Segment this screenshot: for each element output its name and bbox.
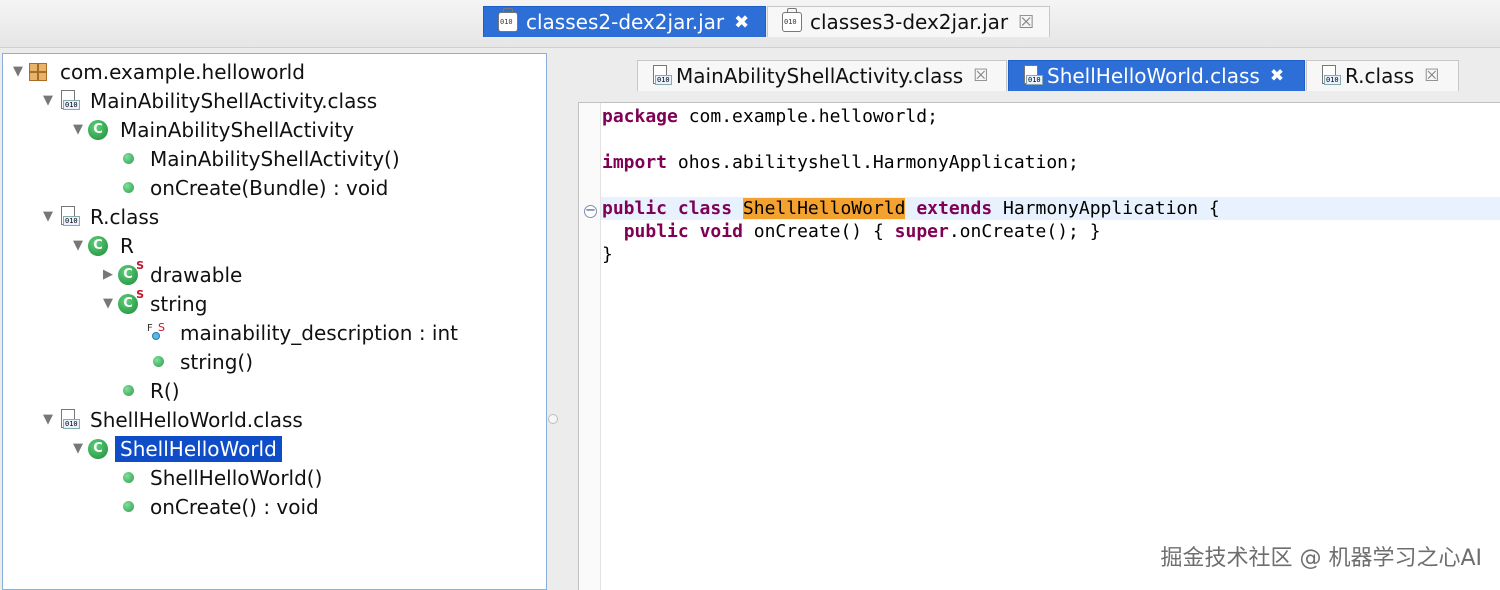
static-final-field-icon: FS — [147, 321, 169, 343]
class-file-icon: 010 — [650, 65, 672, 87]
tab-r-class[interactable]: 010 R.class ☒ — [1306, 60, 1459, 91]
tree-item-class-file[interactable]: ▼ 010 MainAbilityShellActivity.class — [41, 86, 382, 115]
close-icon[interactable]: ✖ — [1270, 66, 1284, 86]
tree-item-label: mainability_description : int — [180, 320, 458, 345]
class-icon: C — [88, 235, 108, 256]
public-method-icon — [122, 182, 134, 193]
expand-triangle-icon[interactable]: ▼ — [41, 209, 55, 224]
tree-item-inner-class[interactable]: ▼ CS string — [101, 288, 212, 318]
tree-item-label: R.class — [90, 204, 160, 229]
tree-item-class-file[interactable]: ▼ 010 R.class — [41, 202, 164, 231]
collapse-triangle-icon[interactable]: ▶ — [101, 267, 115, 282]
source-code[interactable]: package com.example.helloworld; import o… — [601, 105, 1500, 266]
tab-classes2-dex2jar[interactable]: classes2-dex2jar.jar ✖ — [483, 6, 766, 37]
code-line: package com.example.helloworld; — [602, 106, 938, 127]
tab-main-ability-shell-activity[interactable]: 010 MainAbilityShellActivity.class ☒ — [637, 60, 1007, 91]
tab-label: ShellHelloWorld.class — [1047, 64, 1260, 88]
tree-item-label: MainAbilityShellActivity.class — [90, 88, 378, 113]
class-file-icon: 010 — [1319, 65, 1341, 87]
tab-label: MainAbilityShellActivity.class — [676, 64, 964, 88]
tree-item-method[interactable]: R() — [115, 376, 185, 405]
code-line: public void onCreate() { super.onCreate(… — [623, 221, 1101, 242]
tree-item-class-selected[interactable]: ▼ C ShellHelloWorld — [71, 434, 282, 463]
tree-item-label: ShellHelloWorld — [115, 435, 282, 462]
tree-item-label: onCreate(Bundle) : void — [150, 175, 389, 200]
jar-tab-bar: classes2-dex2jar.jar ✖ classes3-dex2jar.… — [0, 0, 1500, 48]
tree-item-method[interactable]: ShellHelloWorld() — [115, 463, 327, 492]
tab-classes3-dex2jar[interactable]: classes3-dex2jar.jar ☒ — [767, 6, 1050, 37]
tree-item-label: ShellHelloWorld() — [150, 465, 323, 490]
class-file-icon: 010 — [1021, 65, 1043, 87]
splitter-handle[interactable] — [548, 414, 558, 424]
tree-item-label: drawable — [150, 262, 243, 287]
close-icon[interactable]: ☒ — [973, 66, 988, 86]
tree-item-method[interactable]: string() — [145, 347, 258, 376]
class-file-icon: 010 — [58, 89, 80, 112]
tree-item-method[interactable]: MainAbilityShellActivity() — [115, 144, 405, 173]
close-icon[interactable]: ☒ — [1018, 12, 1034, 33]
tree-item-label: R — [120, 233, 134, 258]
code-line: } — [602, 244, 613, 265]
class-file-icon: 010 — [58, 205, 80, 228]
tab-shell-hello-world[interactable]: 010 ShellHelloWorld.class ✖ — [1008, 60, 1305, 91]
static-final-class-icon: CS — [118, 259, 144, 285]
tree-item-class[interactable]: ▼ C MainAbilityShellActivity — [71, 115, 359, 144]
expand-triangle-icon[interactable]: ▼ — [101, 296, 115, 311]
close-icon[interactable]: ☒ — [1424, 66, 1439, 86]
tree-item-method[interactable]: onCreate(Bundle) : void — [115, 173, 393, 202]
tree-item-class[interactable]: ▼ C R — [71, 231, 139, 260]
tab-label: classes2-dex2jar.jar — [526, 10, 725, 34]
tab-label: R.class — [1345, 64, 1415, 88]
public-method-icon — [122, 153, 134, 164]
tree-item-method[interactable]: onCreate() : void — [115, 492, 324, 521]
code-line-current: public class ShellHelloWorld extends Har… — [601, 197, 1500, 220]
public-method-icon — [122, 385, 134, 396]
tree-item-inner-class[interactable]: ▶ CS drawable — [101, 259, 247, 289]
expand-triangle-icon[interactable]: ▼ — [71, 238, 85, 253]
tree-item-label: string() — [180, 349, 254, 374]
tree-item-label: ShellHelloWorld.class — [90, 407, 303, 432]
editor-area: 010 MainAbilityShellActivity.class ☒ 010… — [575, 55, 1500, 590]
tree-item-package[interactable]: ▼ com.example.helloworld — [11, 57, 310, 86]
expand-triangle-icon[interactable]: ▼ — [71, 122, 85, 137]
tab-label: classes3-dex2jar.jar — [810, 10, 1009, 34]
tree-item-label: MainAbilityShellActivity — [120, 117, 355, 142]
expand-triangle-icon[interactable]: ▼ — [11, 64, 25, 79]
watermark: 掘金技术社区 @ 机器学习之心AI — [1160, 546, 1482, 571]
tree-item-label: onCreate() : void — [150, 494, 319, 519]
class-icon: C — [88, 119, 108, 140]
tree-item-label: string — [150, 291, 208, 316]
jar-file-icon — [782, 8, 802, 32]
editor-ruler — [579, 103, 601, 590]
expand-triangle-icon[interactable]: ▼ — [41, 412, 55, 427]
public-method-icon — [122, 501, 134, 512]
class-icon: C — [88, 438, 108, 459]
class-tree[interactable]: ▼ com.example.helloworld ▼ 010 MainAbili… — [2, 53, 547, 590]
public-method-icon — [152, 356, 164, 367]
code-line: import ohos.abilityshell.HarmonyApplicat… — [602, 152, 1079, 173]
expand-triangle-icon[interactable]: ▼ — [71, 441, 85, 456]
jar-file-icon — [498, 8, 518, 32]
tree-item-field[interactable]: FS mainability_description : int — [145, 318, 463, 347]
static-final-class-icon: CS — [118, 288, 144, 314]
class-file-icon: 010 — [58, 408, 80, 431]
expand-triangle-icon[interactable]: ▼ — [41, 93, 55, 108]
editor-tab-bar: 010 MainAbilityShellActivity.class ☒ 010… — [575, 59, 1500, 93]
public-method-icon — [122, 472, 134, 483]
fold-collapse-icon[interactable]: − — [584, 204, 597, 218]
search-highlight: ShellHelloWorld — [742, 198, 906, 219]
code-editor[interactable]: − package com.example.helloworld; import… — [578, 102, 1500, 590]
tree-item-label: R() — [150, 378, 180, 403]
tree-item-label: MainAbilityShellActivity() — [150, 146, 400, 171]
package-icon — [29, 62, 47, 81]
close-icon[interactable]: ✖ — [734, 12, 749, 33]
tree-item-class-file[interactable]: ▼ 010 ShellHelloWorld.class — [41, 405, 308, 434]
tree-item-label: com.example.helloworld — [60, 59, 305, 84]
